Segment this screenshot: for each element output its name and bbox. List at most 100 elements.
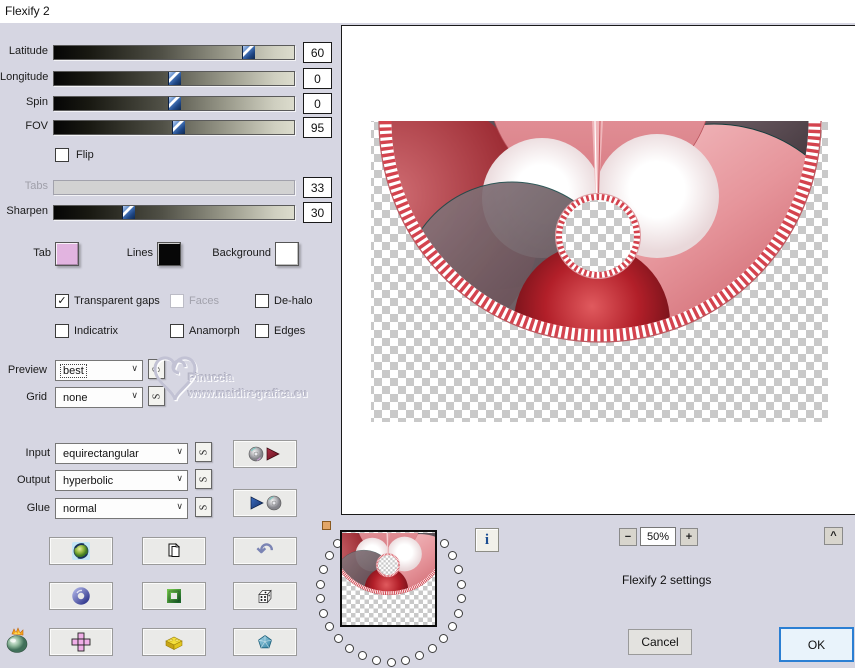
tab-swatch-label: Tab bbox=[33, 247, 51, 259]
memory-slot-active[interactable] bbox=[322, 521, 331, 530]
background-color-swatch[interactable] bbox=[275, 242, 299, 266]
tabs-value[interactable]: 33 bbox=[303, 177, 332, 198]
info-button[interactable]: i bbox=[475, 528, 499, 552]
longitude-slider[interactable] bbox=[53, 71, 295, 86]
input-label: Input bbox=[25, 447, 50, 459]
tab-color-swatch[interactable] bbox=[55, 242, 79, 266]
minus-icon: − bbox=[624, 530, 632, 543]
lines-color-swatch[interactable] bbox=[157, 242, 181, 266]
plus-icon: + bbox=[685, 530, 693, 543]
disc-save-icon bbox=[248, 446, 280, 462]
dice-icon bbox=[258, 589, 272, 604]
torus-mode-button[interactable] bbox=[49, 582, 113, 610]
auto-preview-button[interactable] bbox=[49, 537, 113, 565]
zoom-out-button[interactable]: − bbox=[619, 528, 637, 546]
caret-icon: ^ bbox=[830, 529, 837, 542]
faces-label: Faces bbox=[189, 295, 219, 307]
globe-icon bbox=[72, 542, 90, 560]
undo-icon: ↶ bbox=[256, 540, 274, 562]
undo-button[interactable]: ↶ bbox=[233, 537, 297, 565]
anamorph-label: Anamorph bbox=[189, 325, 240, 337]
preview-dropdown[interactable]: best ∨ bbox=[55, 360, 143, 381]
zoom-in-button[interactable]: + bbox=[680, 528, 698, 546]
flip-checkbox[interactable] bbox=[55, 148, 69, 162]
edges-label: Edges bbox=[274, 325, 306, 337]
latitude-slider-thumb[interactable] bbox=[242, 46, 256, 59]
lines-swatch-label: Lines bbox=[126, 247, 153, 259]
lego-brick-icon bbox=[165, 636, 183, 650]
anamorph-checkbox[interactable] bbox=[170, 324, 184, 338]
zoom-level[interactable]: 50% bbox=[640, 527, 676, 546]
save-settings-button[interactable] bbox=[233, 440, 297, 468]
preview-image bbox=[342, 26, 855, 514]
glue-dropdown[interactable]: normal ∨ bbox=[55, 498, 188, 519]
s-glyph: S bbox=[198, 504, 209, 510]
crystal-icon bbox=[258, 635, 272, 649]
frame-mode-button[interactable] bbox=[142, 582, 206, 610]
spin-slider[interactable] bbox=[53, 96, 295, 111]
chevron-down-icon: ∨ bbox=[176, 501, 183, 511]
green-frame-icon bbox=[167, 589, 181, 603]
glue-random-button[interactable]: S bbox=[195, 497, 212, 517]
memory-dot[interactable] bbox=[319, 608, 329, 618]
fov-value[interactable]: 95 bbox=[303, 117, 332, 138]
longitude-value[interactable]: 0 bbox=[303, 68, 332, 89]
input-random-button[interactable]: S bbox=[195, 442, 212, 462]
dehalo-checkbox[interactable] bbox=[255, 294, 269, 308]
grid-label: Grid bbox=[26, 391, 47, 403]
indicatrix-label: Indicatrix bbox=[74, 325, 119, 337]
preview-thumbnail[interactable] bbox=[340, 530, 437, 627]
edges-checkbox[interactable] bbox=[255, 324, 269, 338]
latitude-value[interactable]: 60 bbox=[303, 42, 332, 63]
load-settings-button[interactable] bbox=[233, 489, 297, 517]
chevron-down-icon: ∨ bbox=[131, 390, 138, 400]
flaming-pear-logo bbox=[6, 627, 28, 653]
spin-slider-thumb[interactable] bbox=[167, 97, 181, 110]
tabs-slider bbox=[53, 180, 295, 195]
fov-slider-thumb[interactable] bbox=[172, 121, 186, 134]
memory-dot[interactable] bbox=[457, 579, 467, 589]
s-glyph: S bbox=[198, 476, 209, 482]
copy-pages-icon bbox=[168, 543, 180, 557]
watermark-name: Pinuccia bbox=[188, 372, 234, 384]
latitude-slider[interactable] bbox=[53, 45, 295, 60]
randomize-button[interactable] bbox=[233, 582, 297, 610]
watermark-url: www.maidiregrafica.eu bbox=[188, 388, 308, 400]
memory-dot[interactable] bbox=[318, 565, 328, 575]
indicatrix-checkbox[interactable] bbox=[55, 324, 69, 338]
output-dropdown[interactable]: hyperbolic ∨ bbox=[55, 470, 188, 491]
ok-button[interactable]: OK bbox=[779, 627, 854, 662]
grid-dropdown[interactable]: none ∨ bbox=[55, 387, 143, 408]
memory-dot[interactable] bbox=[315, 579, 325, 589]
thumbnail-image bbox=[342, 532, 435, 625]
memory-dot[interactable] bbox=[333, 634, 343, 644]
memory-dot[interactable] bbox=[453, 608, 463, 618]
flip-label: Flip bbox=[76, 149, 94, 161]
background-swatch-label: Background bbox=[212, 247, 271, 259]
cancel-button[interactable]: Cancel bbox=[628, 629, 692, 655]
glue-dropdown-value: normal bbox=[63, 502, 97, 515]
fov-slider[interactable] bbox=[53, 120, 295, 135]
cube-net-button[interactable] bbox=[49, 628, 113, 656]
sharpen-slider[interactable] bbox=[53, 205, 295, 220]
output-random-button[interactable]: S bbox=[195, 469, 212, 489]
latitude-label: Latitude bbox=[8, 45, 48, 57]
grid-dropdown-value: none bbox=[63, 391, 88, 404]
settings-caption: Flexify 2 settings bbox=[622, 573, 712, 587]
lego-brick-button[interactable] bbox=[142, 628, 206, 656]
preview-canvas[interactable] bbox=[341, 25, 855, 515]
memory-dot[interactable] bbox=[386, 657, 396, 667]
chevron-down-icon: ∨ bbox=[131, 363, 138, 373]
transparent-gaps-checkbox[interactable]: ✓ bbox=[55, 294, 69, 308]
collapse-button[interactable]: ^ bbox=[824, 527, 843, 545]
spin-value[interactable]: 0 bbox=[303, 93, 332, 114]
sharpen-slider-thumb[interactable] bbox=[122, 206, 136, 219]
input-dropdown[interactable]: equirectangular ∨ bbox=[55, 443, 188, 464]
longitude-slider-thumb[interactable] bbox=[167, 72, 181, 85]
memory-dot[interactable] bbox=[344, 644, 354, 654]
crystal-button[interactable] bbox=[233, 628, 297, 656]
memory-dot[interactable] bbox=[371, 655, 381, 665]
torus-icon bbox=[72, 587, 90, 605]
sharpen-value[interactable]: 30 bbox=[303, 202, 332, 223]
copy-settings-button[interactable] bbox=[142, 537, 206, 565]
